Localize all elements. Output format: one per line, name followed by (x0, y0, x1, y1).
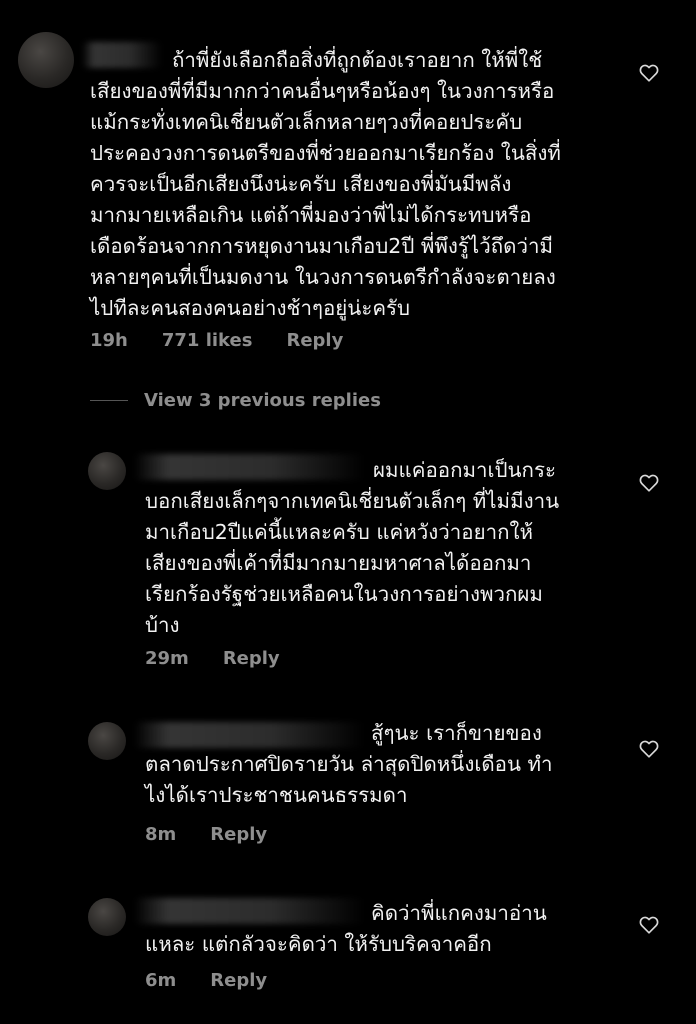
reply-button[interactable]: Reply (286, 330, 343, 351)
reply-button[interactable]: Reply (210, 970, 267, 991)
view-previous-replies-button[interactable]: View 3 previous replies (90, 390, 381, 411)
avatar[interactable] (18, 32, 74, 88)
reply-button[interactable]: Reply (210, 824, 267, 845)
comment-time: 6m (145, 970, 177, 991)
comment-text: สู้ๆนะ เราก็ขายของ ตลาดประกาศปิดรายวัน ล… (145, 721, 553, 807)
comment-text: ถ้าพี่ยังเลือกถือสิ่งที่ถูกต้องเราอยาก ใ… (90, 48, 561, 320)
heart-outline-icon[interactable] (638, 738, 660, 760)
reply-button[interactable]: Reply (223, 648, 280, 669)
comment-meta: 19h 771 likes Reply (90, 330, 343, 351)
reply-item: สู้ๆนะ เราก็ขายของ ตลาดประกาศปิดรายวัน ล… (0, 712, 696, 852)
heart-outline-icon[interactable] (638, 914, 660, 936)
comment-text: คิดว่าพี่แกคงมาอ่าน แหละ แต่กลัวจะคิดว่า… (145, 901, 547, 956)
reply-item: คิดว่าพี่แกคงมาอ่าน แหละ แต่กลัวจะคิดว่า… (0, 888, 696, 1008)
comment-item: ถ้าพี่ยังเลือกถือสิ่งที่ถูกต้องเราอยาก ใ… (0, 0, 696, 380)
comment-time: 19h (90, 330, 128, 351)
divider-line (90, 400, 128, 401)
comment-time: 8m (145, 824, 177, 845)
comment-time: 29m (145, 648, 189, 669)
avatar[interactable] (88, 898, 126, 936)
view-replies-label: View 3 previous replies (144, 390, 381, 411)
comment-text: ผมแค่ออกมาเป็นกระ บอกเสียงเล็กๆจากเทคนิเ… (145, 458, 560, 637)
avatar[interactable] (88, 722, 126, 760)
reply-item: ผมแค่ออกมาเป็นกระ บอกเสียงเล็กๆจากเทคนิเ… (0, 440, 696, 680)
heart-outline-icon[interactable] (638, 472, 660, 494)
comment-meta: 29m Reply (145, 648, 280, 669)
heart-outline-icon[interactable] (638, 62, 660, 84)
avatar[interactable] (88, 452, 126, 490)
likes-count[interactable]: 771 likes (162, 330, 253, 351)
comment-meta: 6m Reply (145, 970, 267, 991)
comment-meta: 8m Reply (145, 824, 267, 845)
